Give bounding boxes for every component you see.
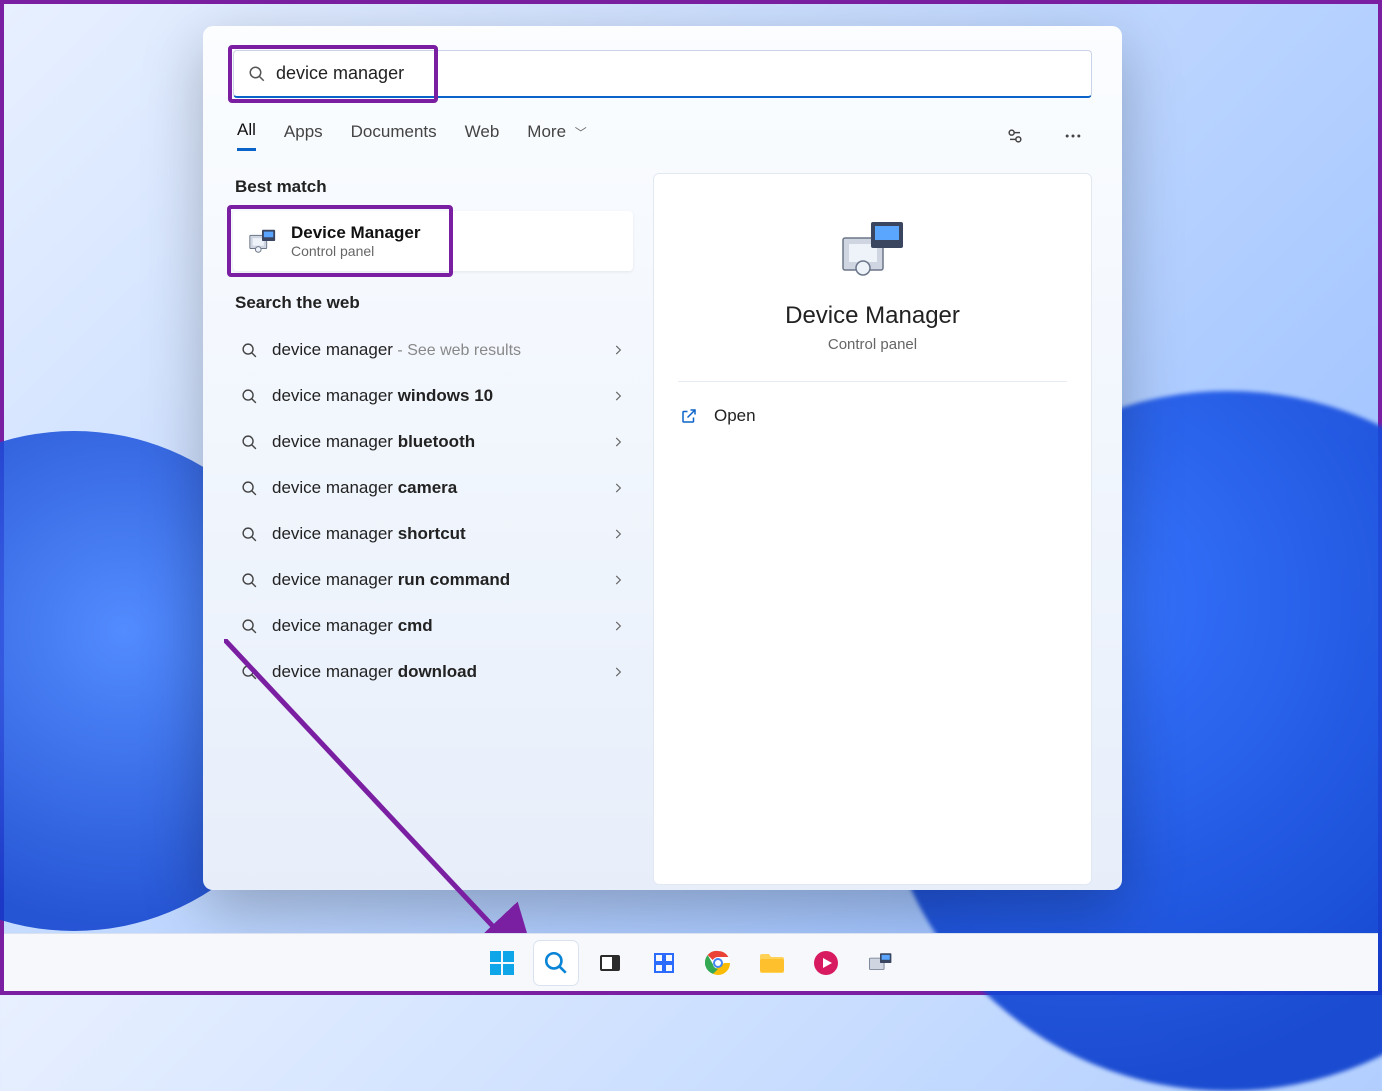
- web-result-label: device manager windows 10: [272, 386, 597, 406]
- search-icon: [241, 526, 258, 543]
- best-match-title: Device Manager: [291, 223, 420, 243]
- open-action[interactable]: Open: [678, 400, 758, 432]
- taskbar-app-button[interactable]: [804, 941, 848, 985]
- taskbar-explorer-button[interactable]: [750, 941, 794, 985]
- search-web-heading: Search the web: [235, 293, 633, 313]
- chevron-right-icon: [611, 665, 625, 679]
- chevron-right-icon: [611, 389, 625, 403]
- best-match-subtitle: Control panel: [291, 243, 420, 259]
- best-match-result[interactable]: Device Manager Control panel: [233, 211, 633, 271]
- search-input[interactable]: [276, 63, 1077, 84]
- web-result-label: device manager camera: [272, 478, 597, 498]
- web-result-label: device manager cmd: [272, 616, 597, 636]
- chevron-right-icon: [611, 619, 625, 633]
- web-result-label: device manager bluetooth: [272, 432, 597, 452]
- search-box[interactable]: [233, 50, 1092, 98]
- preview-pane: Device Manager Control panel Open: [653, 173, 1092, 885]
- web-result-item[interactable]: device manager bluetooth: [233, 419, 633, 465]
- device-manager-icon: [837, 218, 909, 280]
- search-icon: [241, 342, 258, 359]
- web-result-item[interactable]: device manager windows 10: [233, 373, 633, 419]
- search-icon: [241, 434, 258, 451]
- divider: [678, 381, 1067, 382]
- tab-web[interactable]: Web: [465, 122, 500, 150]
- web-result-item[interactable]: device manager shortcut: [233, 511, 633, 557]
- taskbar-device-manager-button[interactable]: [858, 941, 902, 985]
- taskbar-chrome-button[interactable]: [696, 941, 740, 985]
- web-result-item[interactable]: device manager camera: [233, 465, 633, 511]
- chevron-right-icon: [611, 343, 625, 357]
- account-switch-icon[interactable]: [1000, 121, 1030, 151]
- search-icon: [241, 664, 258, 681]
- more-options-icon[interactable]: [1058, 121, 1088, 151]
- web-result-label: device manager shortcut: [272, 524, 597, 544]
- tab-more[interactable]: More ﹀: [527, 122, 586, 150]
- results-column: Best match Device Manager Control panel: [233, 173, 633, 885]
- chevron-down-icon: ﹀: [575, 126, 587, 140]
- search-icon: [241, 572, 258, 589]
- chevron-right-icon: [611, 527, 625, 541]
- tab-documents[interactable]: Documents: [351, 122, 437, 150]
- tab-all[interactable]: All: [237, 120, 256, 151]
- search-icon: [248, 65, 266, 83]
- open-external-icon: [680, 407, 698, 425]
- best-match-heading: Best match: [235, 177, 633, 197]
- preview-subtitle: Control panel: [828, 336, 917, 353]
- web-result-item[interactable]: device manager cmd: [233, 603, 633, 649]
- search-icon: [241, 480, 258, 497]
- taskbar: [4, 933, 1378, 991]
- taskbar-widgets-button[interactable]: [642, 941, 686, 985]
- chevron-right-icon: [611, 435, 625, 449]
- web-result-item[interactable]: device manager - See web results: [233, 327, 633, 373]
- chevron-right-icon: [611, 481, 625, 495]
- web-result-label: device manager - See web results: [272, 340, 597, 360]
- taskbar-start-button[interactable]: [480, 941, 524, 985]
- tab-apps[interactable]: Apps: [284, 122, 323, 150]
- web-result-item[interactable]: device manager download: [233, 649, 633, 695]
- taskbar-search-button[interactable]: [534, 941, 578, 985]
- filter-tabs: All Apps Documents Web More ﹀: [237, 120, 1088, 151]
- device-manager-icon: [247, 226, 277, 256]
- chevron-right-icon: [611, 573, 625, 587]
- web-result-item[interactable]: device manager run command: [233, 557, 633, 603]
- taskbar-taskview-button[interactable]: [588, 941, 632, 985]
- tab-more-label: More: [527, 122, 566, 141]
- start-search-window: All Apps Documents Web More ﹀ Best match: [203, 26, 1122, 890]
- open-label: Open: [714, 406, 756, 426]
- search-icon: [241, 618, 258, 635]
- search-icon: [241, 388, 258, 405]
- web-results-list: device manager - See web results device m…: [233, 327, 633, 695]
- web-result-label: device manager run command: [272, 570, 597, 590]
- web-result-label: device manager download: [272, 662, 597, 682]
- preview-title: Device Manager: [785, 302, 960, 330]
